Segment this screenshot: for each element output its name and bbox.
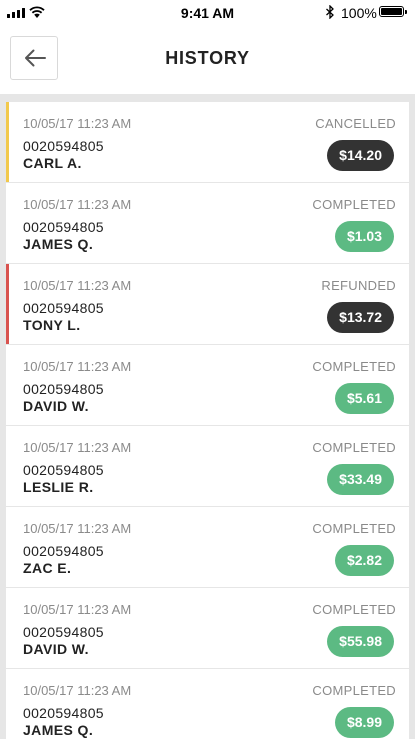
status-flag: [6, 102, 9, 182]
customer-name: CARL A.: [23, 155, 82, 171]
transaction-status: COMPLETED: [312, 683, 396, 698]
transaction-date: 10/05/17 11:23 AM: [23, 521, 132, 536]
bluetooth-icon: [326, 5, 334, 19]
amount-badge: $8.99: [334, 707, 394, 738]
transaction-status: COMPLETED: [312, 602, 396, 617]
transaction-date: 10/05/17 11:23 AM: [23, 278, 132, 293]
customer-name: ZAC E.: [23, 560, 72, 576]
amount-badge: $33.49: [327, 464, 394, 495]
transaction-row[interactable]: 10/05/17 11:23 AM 0020594805 TONY L. REFUND…: [6, 264, 409, 345]
transaction-row[interactable]: 10/05/17 11:23 AM 0020594805 JAMES Q. COMPL…: [6, 183, 409, 264]
transaction-date: 10/05/17 11:23 AM: [23, 359, 132, 374]
page-title: HISTORY: [165, 48, 250, 68]
app-header: HISTORY: [0, 26, 415, 94]
battery-percent: 100%: [341, 5, 377, 21]
transaction-date: 10/05/17 11:23 AM: [23, 197, 132, 212]
transaction-row[interactable]: 10/05/17 11:23 AM 0020594805 ZAC E. COMPLET…: [6, 507, 409, 588]
customer-name: TONY L.: [23, 317, 81, 333]
transaction-date: 10/05/17 11:23 AM: [23, 440, 132, 455]
transaction-id: 0020594805: [23, 624, 104, 640]
status-flag: [6, 264, 9, 344]
customer-name: JAMES Q.: [23, 722, 94, 738]
transaction-row[interactable]: 10/05/17 11:23 AM 0020594805 LESLIE R. COMP…: [6, 426, 409, 507]
amount-badge: $14.20: [327, 140, 394, 171]
status-bar: 9:41 AM 100%: [0, 0, 415, 26]
customer-name: DAVID W.: [23, 398, 89, 414]
transaction-id: 0020594805: [23, 462, 104, 478]
transaction-id: 0020594805: [23, 543, 104, 559]
transaction-row[interactable]: 10/05/17 11:23 AM 0020594805 DAVID W. COMPL…: [6, 345, 409, 426]
amount-badge: $13.72: [327, 302, 394, 333]
amount-badge: $1.03: [334, 221, 394, 252]
amount-badge: $55.98: [327, 626, 394, 657]
customer-name: DAVID W.: [23, 641, 89, 657]
amount-badge: $5.61: [334, 383, 394, 414]
transaction-date: 10/05/17 11:23 AM: [23, 602, 132, 617]
transaction-status: COMPLETED: [312, 440, 396, 455]
transaction-row[interactable]: 10/05/17 11:23 AM 0020594805 CARL A. CANCEL…: [6, 102, 409, 183]
customer-name: LESLIE R.: [23, 479, 94, 495]
customer-name: JAMES Q.: [23, 236, 94, 252]
transaction-list[interactable]: 10/05/17 11:23 AM 0020594805 CARL A. CANCEL…: [6, 102, 409, 739]
transaction-status: REFUNDED: [321, 278, 396, 293]
battery-icon: [379, 6, 407, 17]
transaction-status: COMPLETED: [312, 359, 396, 374]
transaction-status: CANCELLED: [315, 116, 396, 131]
transaction-status: COMPLETED: [312, 521, 396, 536]
transaction-id: 0020594805: [23, 381, 104, 397]
transaction-row[interactable]: 10/05/17 11:23 AM 0020594805 JAMES Q. COMPL…: [6, 669, 409, 739]
transaction-date: 10/05/17 11:23 AM: [23, 683, 132, 698]
transaction-id: 0020594805: [23, 300, 104, 316]
transaction-id: 0020594805: [23, 138, 104, 154]
transaction-id: 0020594805: [23, 219, 104, 235]
transaction-status: COMPLETED: [312, 197, 396, 212]
transaction-id: 0020594805: [23, 705, 104, 721]
transaction-date: 10/05/17 11:23 AM: [23, 116, 132, 131]
amount-badge: $2.82: [334, 545, 394, 576]
transaction-row[interactable]: 10/05/17 11:23 AM 0020594805 DAVID W. COMPL…: [6, 588, 409, 669]
header-divider: [0, 94, 415, 102]
